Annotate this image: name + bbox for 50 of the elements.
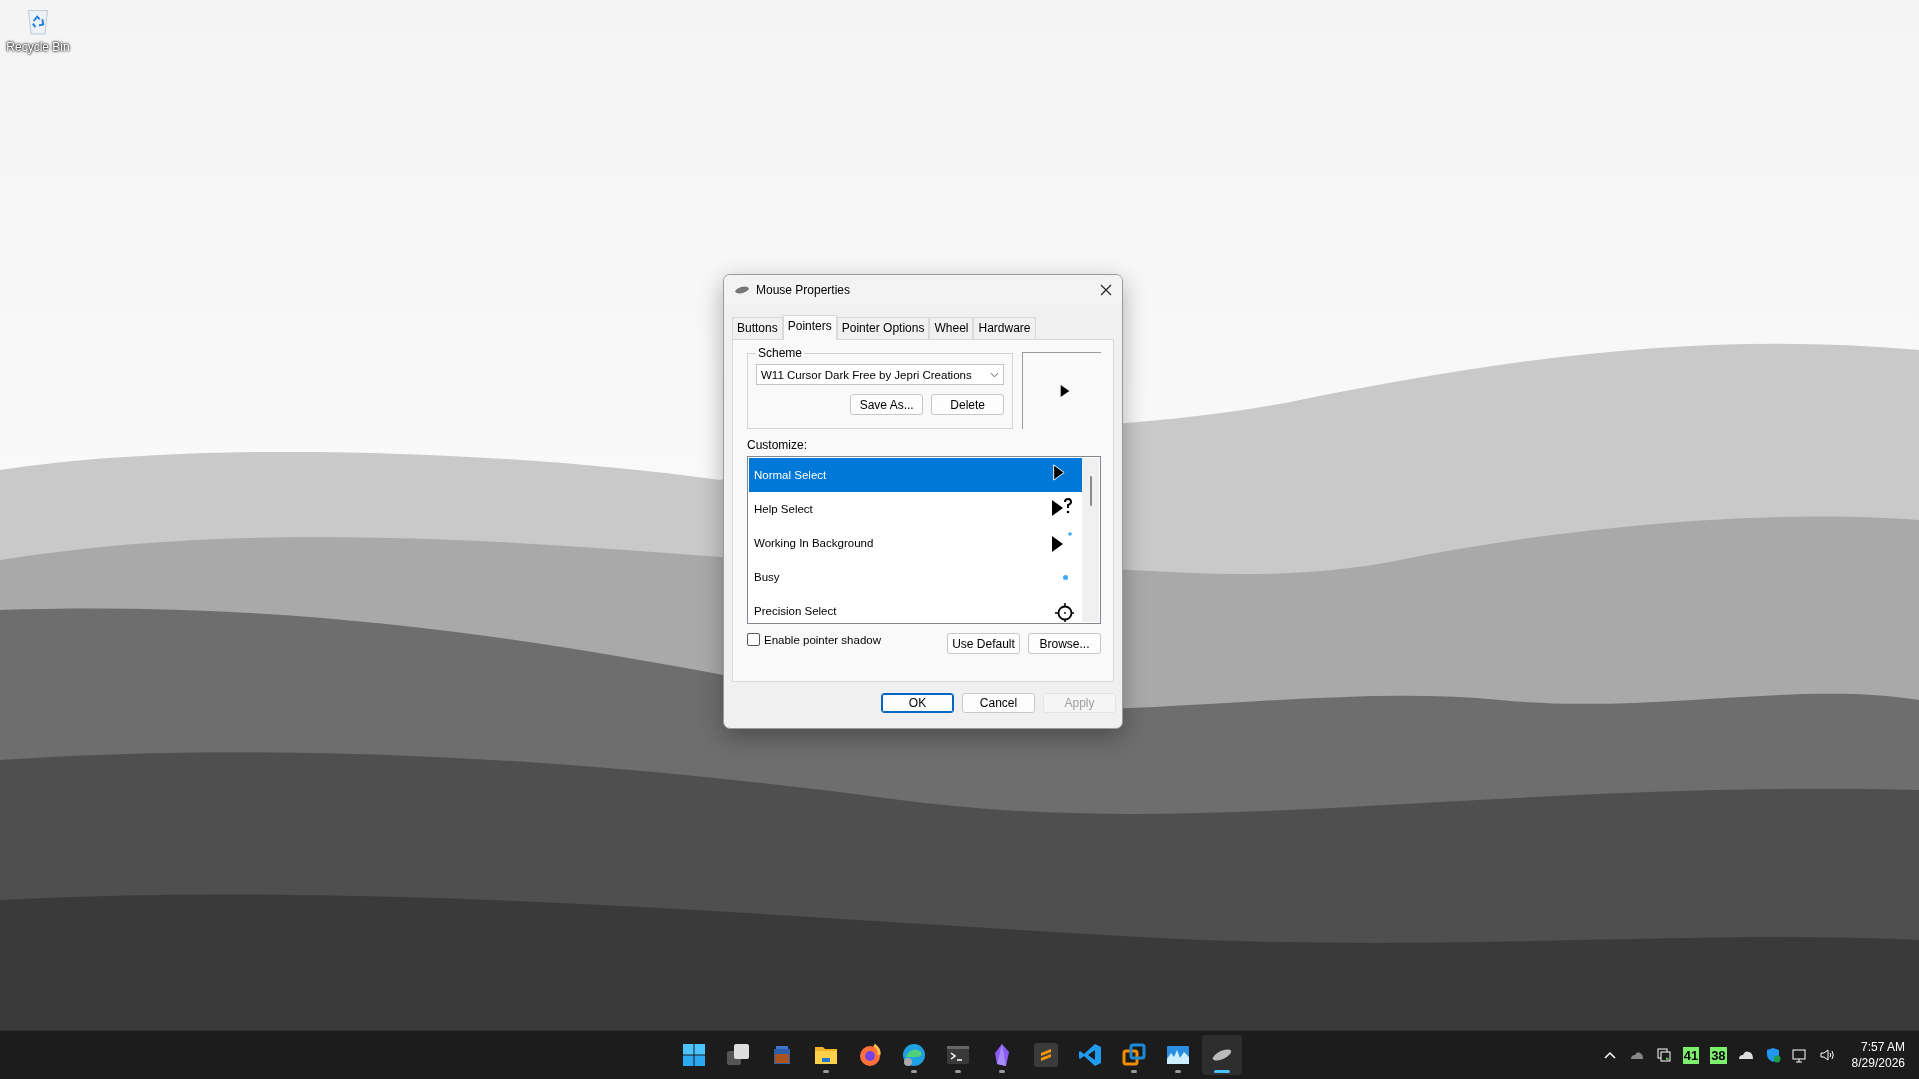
tab[interactable]: Buttons — [732, 317, 783, 339]
arrow-cursor-icon — [1059, 384, 1072, 398]
shield-check-icon[interactable] — [1764, 1047, 1781, 1063]
windows-logo-icon — [682, 1043, 706, 1067]
tab[interactable]: Pointer Options — [836, 317, 930, 339]
customize-label: Customize: — [747, 438, 809, 452]
taskbar-app[interactable] — [1202, 1035, 1242, 1075]
chevron-down-icon — [990, 371, 1000, 378]
list-item[interactable]: Precision Select — [749, 594, 1082, 622]
busy-arrow-cursor-icon — [1050, 531, 1074, 555]
tab[interactable]: Wheel — [929, 317, 974, 339]
tab[interactable]: Hardware — [973, 317, 1036, 339]
tray-counter[interactable]: 41 — [1682, 1046, 1700, 1064]
dialog-button[interactable]: Browse... — [1028, 633, 1101, 654]
list-item[interactable]: Normal Select — [749, 458, 1082, 492]
dialog-button[interactable]: OK — [881, 693, 954, 713]
network-icon[interactable] — [1791, 1047, 1808, 1063]
code-editor-icon — [1078, 1043, 1102, 1067]
scrollbar[interactable] — [1082, 458, 1099, 622]
overlapping-squares-icon — [1122, 1043, 1146, 1067]
clock-date: 8/29/2026 — [1851, 1056, 1905, 1070]
desktop-icon-label[interactable]: Recycle Bin — [6, 40, 70, 54]
dialog-button[interactable]: Cancel — [962, 693, 1035, 713]
arrow-cursor-icon — [1053, 463, 1065, 481]
terminal-icon — [946, 1043, 970, 1067]
performance-graph-icon — [1166, 1043, 1190, 1067]
list-item[interactable]: Busy — [749, 560, 1082, 594]
tray-counter[interactable]: 38 — [1710, 1046, 1727, 1064]
browser-swirl-icon — [902, 1043, 926, 1067]
checkbox[interactable] — [747, 633, 760, 646]
fox-globe-icon — [858, 1043, 882, 1067]
sublime-s-icon — [1034, 1043, 1058, 1067]
dialog-button[interactable]: Delete — [931, 394, 1005, 415]
copy-icon[interactable] — [1655, 1047, 1672, 1063]
checkbox-label: Enable pointer shadow — [764, 633, 881, 646]
list-item[interactable]: Working In Background — [749, 526, 1082, 560]
clock[interactable]: 7:57 AM 8/29/2026 — [1851, 1040, 1905, 1070]
volume-icon[interactable] — [1818, 1047, 1835, 1063]
tab[interactable]: Pointers — [782, 315, 837, 340]
task-view-icon — [726, 1043, 750, 1067]
scheme-dropdown[interactable]: W11 Cursor Dark Free by Jepri Creations — [756, 364, 1005, 385]
dialog-button[interactable]: Use Default — [947, 633, 1020, 654]
window-title: Mouse Properties — [756, 283, 852, 297]
mouse-icon — [734, 286, 750, 294]
group-label: Scheme — [757, 346, 804, 360]
busy-dot-icon — [1062, 574, 1068, 580]
close-icon[interactable] — [1100, 284, 1112, 296]
clock-time: 7:57 AM — [1860, 1040, 1905, 1054]
dialog-button[interactable]: Save As... — [850, 394, 924, 415]
list-item[interactable]: Help Select — [749, 492, 1082, 526]
